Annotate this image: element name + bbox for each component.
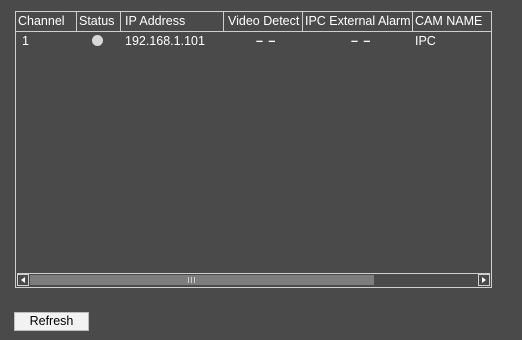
cell-video-detect: – – [256,34,277,48]
column-header-ip-address[interactable]: IP Address [125,12,185,30]
refresh-button[interactable]: Refresh [14,312,89,331]
column-header-video-detect[interactable]: Video Detect [228,12,299,30]
cell-ip-address: 192.168.1.101 [125,34,205,48]
column-divider[interactable] [120,12,121,31]
cell-channel: 1 [22,34,29,48]
column-header-ipc-external-alarm[interactable]: IPC External Alarm [305,12,411,30]
grip-line [191,277,193,283]
arrow-left-icon [21,277,25,283]
column-divider[interactable] [76,12,77,31]
column-header-status[interactable]: Status [79,12,114,30]
grip-line [188,277,190,283]
cell-ipc-external-alarm: – – [351,34,372,48]
scrollbar-thumb[interactable] [30,275,375,285]
column-divider[interactable] [302,12,303,31]
channel-list-panel: Channel Status IP Address Video Detect I… [15,11,492,288]
column-divider[interactable] [223,12,224,31]
column-header-cam-name[interactable]: CAM NAME [415,12,482,30]
arrow-right-icon [482,277,486,283]
horizontal-scrollbar[interactable] [17,273,490,286]
status-indicator-icon [92,35,103,46]
table-row[interactable]: 1 192.168.1.101 – – – – IPC [16,32,491,50]
scrollbar-track[interactable] [30,274,477,286]
column-header-channel[interactable]: Channel [18,12,65,30]
column-divider[interactable] [412,12,413,31]
cell-cam-name: IPC [415,34,436,48]
scroll-right-button[interactable] [478,274,490,286]
scroll-left-button[interactable] [17,274,29,286]
table-header: Channel Status IP Address Video Detect I… [16,12,491,32]
grip-line [194,277,196,283]
